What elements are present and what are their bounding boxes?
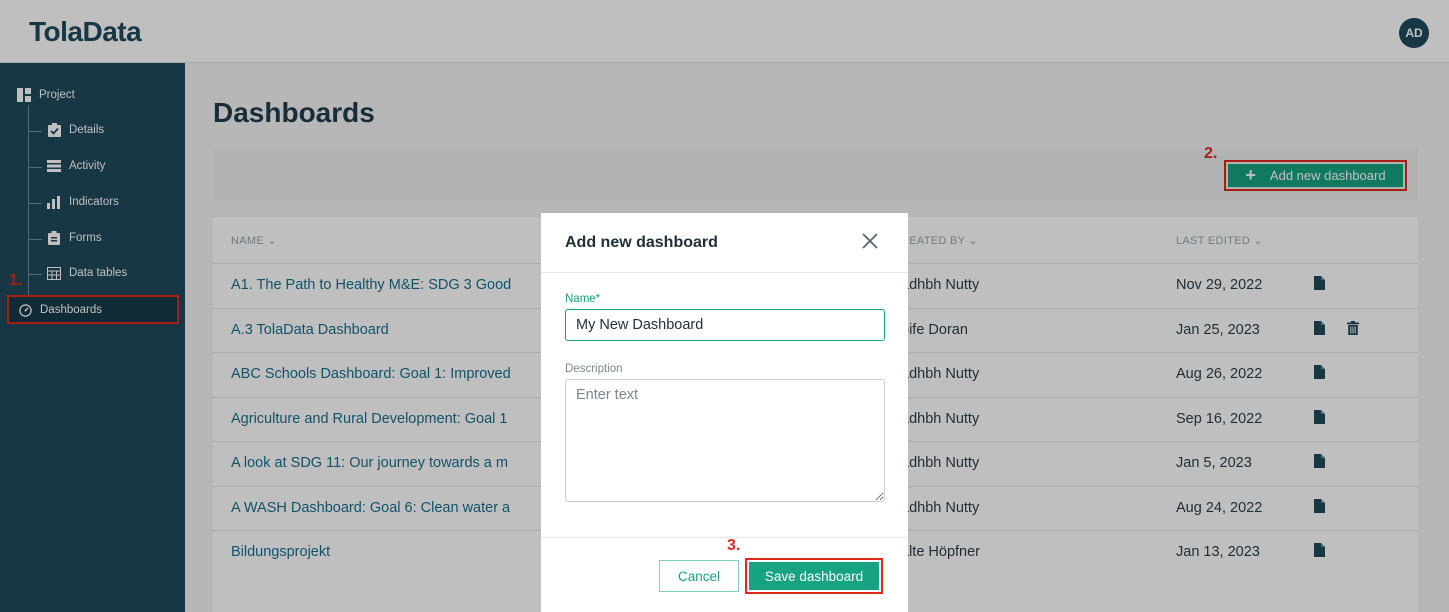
cancel-button[interactable]: Cancel (659, 560, 739, 592)
save-button-highlight: Save dashboard (745, 558, 883, 594)
modal-title: Add new dashboard (565, 234, 718, 251)
name-field-label: Name* (565, 293, 601, 305)
annotation-step-3: 3. (727, 537, 741, 554)
close-icon[interactable] (859, 230, 881, 252)
add-dashboard-modal: Add new dashboard Name* Description 3. C… (541, 213, 908, 612)
description-field[interactable] (565, 379, 885, 502)
save-dashboard-button[interactable]: Save dashboard (749, 562, 879, 590)
description-field-label: Description (565, 363, 623, 375)
modal-header-divider (541, 272, 908, 273)
modal-footer-divider (541, 537, 908, 538)
name-field[interactable] (565, 309, 885, 341)
